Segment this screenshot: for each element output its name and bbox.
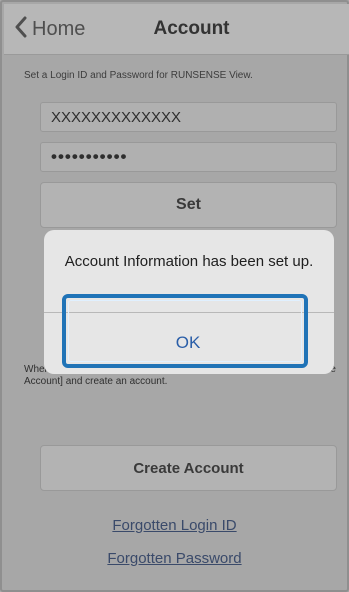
app-frame: Home Account Set a Login ID and Password… bbox=[0, 0, 349, 592]
alert-message: Account Information has been set up. bbox=[64, 253, 314, 270]
ok-highlight-callout bbox=[62, 294, 308, 368]
